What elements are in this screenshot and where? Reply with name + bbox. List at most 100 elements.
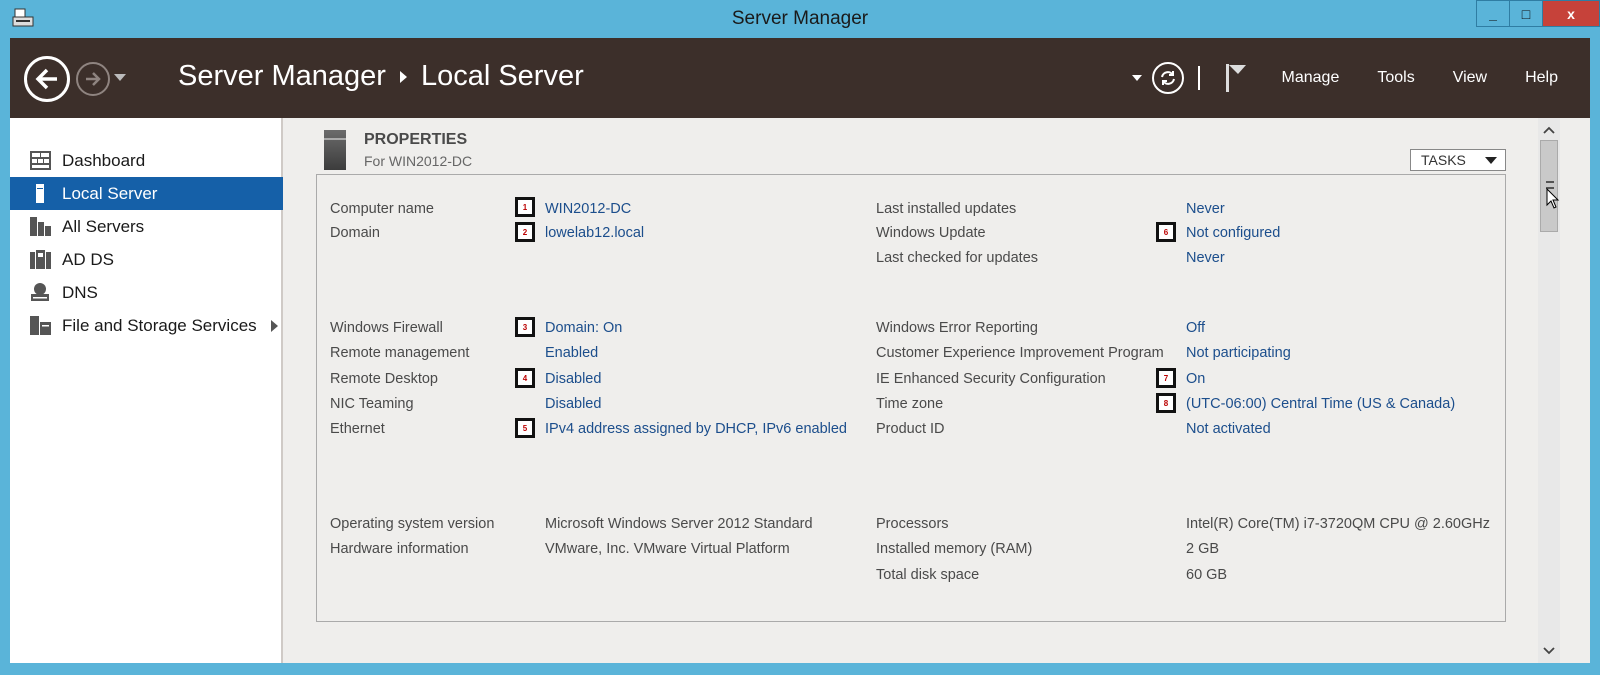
property-label: Processors [876,516,949,532]
sidebar-item-label: DNS [62,282,98,302]
sidebar-item-file-and-storage-services[interactable]: File and Storage Services [10,309,283,342]
forward-button[interactable] [76,62,110,96]
storage-icon [30,316,51,335]
mouse-cursor-icon [1546,188,1560,209]
property-label: Domain [330,225,380,241]
processors-value: Intel(R) Core(TM) i7-3720QM CPU @ 2.60GH… [1186,516,1490,532]
nic-teaming-link[interactable]: Disabled [545,396,601,412]
header-actions: Manage Tools View Help [1131,38,1590,118]
header-bar: Server Manager Local Server Manage Tools… [10,38,1590,118]
last-checked-updates-link[interactable]: Never [1186,250,1225,266]
property-label: Operating system version [330,516,495,532]
domain-link[interactable]: lowelab12.local [545,225,644,241]
refresh-dropdown-icon[interactable] [1131,75,1142,81]
expand-arrow-icon[interactable] [270,319,278,332]
callout-badge: 7 [1156,368,1176,388]
minimize-button[interactable]: _ [1476,0,1510,27]
sidebar-item-label: AD DS [62,249,114,269]
menu-manage[interactable]: Manage [1282,69,1340,87]
windows-error-reporting-link[interactable]: Off [1186,320,1205,336]
ceip-link[interactable]: Not participating [1186,345,1291,361]
remote-management-link[interactable]: Enabled [545,345,598,361]
tasks-dropdown-button[interactable]: TASKS [1410,149,1506,171]
arrow-right-icon [86,72,101,86]
callout-badge: 2 [515,222,535,242]
chevron-up-icon [1543,126,1555,134]
property-label: Last installed updates [876,201,1017,217]
window-title: Server Manager [731,8,869,29]
history-dropdown-icon[interactable] [114,74,126,81]
sidebar-item-label: File and Storage Services [62,315,257,335]
callout-badge: 8 [1156,393,1176,413]
sidebar-item-all-servers[interactable]: All Servers [10,210,283,243]
sidebar: Dashboard Local Server All Servers AD DS… [10,118,283,663]
refresh-icon [1160,71,1175,85]
property-label: Windows Update [876,225,986,241]
remote-desktop-link[interactable]: Disabled [545,371,601,387]
property-label: Hardware information [330,541,469,557]
ethernet-link[interactable]: IPv4 address assigned by DHCP, IPv6 enab… [545,421,847,437]
sidebar-item-local-server[interactable]: Local Server [10,177,283,210]
window-controls: _ □ x [1476,0,1600,28]
chevron-down-icon [1485,157,1497,164]
computer-name-link[interactable]: WIN2012-DC [545,201,631,217]
server-icon [36,184,44,203]
ie-esc-link[interactable]: On [1186,371,1205,387]
sidebar-item-ad-ds[interactable]: AD DS [10,243,283,276]
property-label: IE Enhanced Security Configuration [876,371,1106,387]
properties-section: PROPERTIES For WIN2012-DC TASKS Computer… [286,118,1536,663]
scroll-down-button[interactable] [1538,641,1560,661]
scroll-up-button[interactable] [1538,120,1560,140]
os-version-value: Microsoft Windows Server 2012 Standard [545,516,813,532]
chevron-down-icon [1543,647,1555,655]
notifications-flag-icon[interactable] [1224,62,1250,94]
callout-badge: 3 [515,317,535,337]
total-disk-space-value: 60 GB [1186,567,1228,583]
sidebar-item-dns[interactable]: DNS [10,276,283,309]
sidebar-item-dashboard[interactable]: Dashboard [10,144,283,177]
tasks-label: TASKS [1421,152,1466,168]
ad-ds-icon [30,250,51,269]
installed-memory-value: 2 GB [1186,541,1220,557]
menu-view[interactable]: View [1453,69,1487,87]
maximize-button[interactable]: □ [1509,0,1543,27]
server-tower-icon [324,130,346,170]
property-label: Windows Firewall [330,320,443,336]
scroll-thumb[interactable] [1540,140,1558,232]
breadcrumb-current: Local Server [420,60,584,92]
property-label: Ethernet [330,421,385,437]
property-label: Computer name [330,201,434,217]
breadcrumb-separator-icon [399,70,407,83]
sidebar-item-label: All Servers [62,216,145,236]
last-installed-updates-link[interactable]: Never [1186,201,1225,217]
breadcrumb-root[interactable]: Server Manager [178,60,386,93]
time-zone-link[interactable]: (UTC-06:00) Central Time (US & Canada) [1186,396,1455,412]
windows-firewall-link[interactable]: Domain: On [545,320,622,336]
callout-badge: 4 [515,368,535,388]
properties-title: PROPERTIES [364,131,468,148]
title-bar: Server Manager _ □ x [0,0,1600,38]
breadcrumb: Server Manager Local Server [178,60,584,93]
menu-help[interactable]: Help [1525,69,1558,87]
property-label: Remote Desktop [330,371,438,387]
header-divider [1197,66,1200,90]
servers-icon [30,217,51,236]
callout-badge: 1 [515,197,535,217]
sidebar-item-label: Dashboard [62,150,146,170]
back-button[interactable] [24,56,70,102]
callout-badge: 6 [1156,222,1176,242]
property-label: Windows Error Reporting [876,320,1038,336]
product-id-link[interactable]: Not activated [1186,421,1271,437]
refresh-button[interactable] [1151,62,1184,94]
property-label: Total disk space [876,567,980,583]
close-button[interactable]: x [1542,0,1600,27]
property-label: NIC Teaming [330,396,414,412]
property-label: Product ID [876,421,945,437]
property-label: Customer Experience Improvement Program [876,345,1164,361]
dashboard-icon [30,151,51,170]
hardware-info-value: VMware, Inc. VMware Virtual Platform [545,541,790,557]
menu-tools[interactable]: Tools [1377,69,1414,87]
properties-subtitle: For WIN2012-DC [364,153,473,169]
arrow-left-icon [35,68,57,90]
windows-update-link[interactable]: Not configured [1186,225,1280,241]
